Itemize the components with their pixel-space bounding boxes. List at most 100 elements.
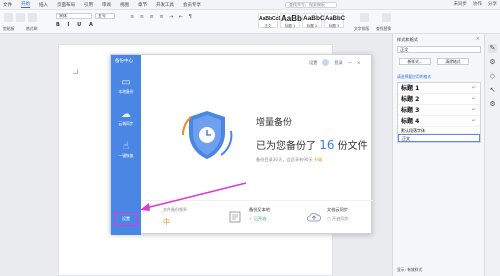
folder-icon: ▭ [121,77,131,88]
text-layout-icon[interactable] [360,13,369,22]
style-heading1-preview: AaBb [281,14,302,23]
return-icon: ↵ [471,85,476,91]
style-normal[interactable]: AaBbCcDd 正文 [258,13,285,28]
style-heading2-preview: AaBbC [303,15,325,22]
styles-pane-title: 样式和格式 [397,37,418,42]
cursor-icon[interactable]: ↖ [488,86,497,95]
backup-count-suffix: 份文件 [337,141,368,152]
cut-icon[interactable] [16,13,25,22]
clear-format-button[interactable]: 清除格式 [437,58,469,65]
right-toolstrip: ✎ ⚙ ◇ ↖ ⚙ [484,34,500,276]
format-painter-icon[interactable] [28,13,37,22]
style-list-item-label: 标题 3 [401,107,420,114]
close-icon[interactable]: × [357,60,361,65]
menu-bar: 文件 开始 插入 页面布局 引用 审阅 视图 章节 开发工具 会员专享 查找命令… [0,0,500,10]
show-styles-filter[interactable]: 显示: 有效样式 [397,267,422,273]
backup-options-row: 文件备份频率 中 备份至本地 ✓ 已开启 文档云同步 ○ 开启同步 [141,200,373,235]
shield-clock-icon [181,111,233,159]
style-list-item-label: 标题 2 [401,96,420,103]
style-list-item[interactable]: 标题 1 ↵ [398,83,480,94]
frequency-value: 中 [163,218,170,226]
style-list-item-selected[interactable]: 正文 [398,134,480,142]
incremental-backup-title: 增量备份 [256,118,293,128]
menu-file[interactable]: 文件 [3,2,12,8]
cloud-upload-icon [307,212,321,222]
share-button[interactable]: 分享 [488,1,497,7]
format-painter-label: 格式刷 [26,26,38,31]
style-heading3[interactable]: AaBbC 标题 3 [324,13,346,28]
cloud-sync-status: ○ 开启同步 [327,216,349,221]
command-search-input[interactable]: 查找命令、搜索模板 [285,2,337,8]
backup-count-prefix: 已为您备份了 [256,141,316,152]
retention-text: 备份目录30天，会员享有90天 [256,157,313,162]
menu-layout[interactable]: 页面布局 [57,2,75,8]
backup-count-line: 已为您备份了 16 份文件 [256,137,368,152]
menu-references[interactable]: 引用 [84,2,93,8]
sidebar-item-local-backup[interactable]: ▭ 本地备份 [111,77,141,95]
cloud-sync-option[interactable]: 文档云同步 ○ 开启同步 [327,207,349,222]
menu-insert[interactable]: 插入 [39,2,48,8]
adjust-icon[interactable]: ⚙ [488,58,497,67]
style-list: 标题 1 ↵ 标题 2 ↵ 标题 3 ↵ 标题 4 ↵ 默认段落字体 正文 [397,82,481,143]
paste-icon[interactable] [4,13,13,22]
style-list-item[interactable]: 标题 2 ↵ [398,94,480,105]
retention-note: 备份目录30天，会员享有90天 升级 [256,157,322,163]
settings-link[interactable]: 设置 [309,60,317,66]
gear-icon[interactable]: ⚙ [488,100,497,109]
backup-center-title: 备份中心 [115,59,133,64]
sync-status[interactable]: 未同步 [454,1,468,7]
menu-home[interactable]: 开始 [21,1,30,8]
local-backup-option[interactable]: 备份至本地 ✓ 已开启 [249,207,270,222]
dialog-top-actions: 设置 登录 — × [309,59,360,66]
font-name-select[interactable]: 宋体 [56,13,92,19]
pen-icon[interactable]: ✎ [488,44,497,53]
avatar[interactable] [322,59,330,66]
return-icon: ↵ [471,96,476,102]
backup-count: 16 [319,138,335,152]
settings-button[interactable]: 设置 [114,212,138,226]
backup-frequency[interactable]: 文件备份频率 中 [163,207,187,227]
upgrade-link[interactable]: 升级 [314,157,322,162]
return-icon: ↵ [471,118,476,124]
bold-italic-underline-icons[interactable]: B I U A [56,22,96,28]
menu-view[interactable]: 视图 [120,2,129,8]
style-heading2-label: 标题 2 [306,24,318,28]
sidebar-item-cloud-sync[interactable]: ☁ 云端同步 [111,109,141,127]
sidebar-item-label: 一键恢复 [118,153,134,158]
style-list-item[interactable]: 默认段落字体 [398,127,480,134]
menu-developer[interactable]: 开发工具 [156,2,174,8]
style-list-item[interactable]: 标题 3 ↵ [398,105,480,116]
style-heading3-preview: AaBbC [325,16,346,22]
font-size-select[interactable]: 五号 [95,13,115,19]
sidebar-item-label: 本地备份 [118,89,134,94]
menu-review[interactable]: 审阅 [102,2,111,8]
find-replace-label: 查找替换 [376,26,392,31]
collaborate-button[interactable]: 协作 [473,1,482,7]
menu-section[interactable]: 章节 [138,2,147,8]
minimize-icon[interactable]: — [348,60,352,65]
shape-icon[interactable]: ◇ [488,72,497,81]
sidebar-item-restore[interactable]: ☝ 一键恢复 [111,141,141,159]
backup-sidebar: ▭ 本地备份 ☁ 云端同步 ☝ 一键恢复 设置 [111,55,141,235]
style-list-item[interactable]: 标题 4 ↵ [398,116,480,127]
styles-pane: 样式和格式 × 正文 新样式... 清除格式 请选择要应用的格式 标题 1 ↵ 标… [392,34,484,276]
style-list-item-label: 标题 1 [401,85,420,92]
document-icon [229,211,241,223]
new-style-button[interactable]: 新样式... [399,58,431,65]
style-heading1-label: 标题 1 [284,24,296,28]
find-replace-icon[interactable] [382,13,391,22]
current-style-select[interactable]: 正文 [397,46,481,53]
local-backup-title: 备份至本地 [249,207,270,212]
return-icon: ↵ [471,107,476,113]
style-heading2[interactable]: AaBbC 标题 2 [302,13,325,28]
menu-member[interactable]: 会员专享 [183,2,201,8]
cloud-sync-status-text: 开启同步 [332,216,349,221]
frequency-caption: 文件备份频率 [163,207,187,212]
login-link[interactable]: 登录 [334,60,342,66]
paragraph-tools[interactable]: ≡ ≡ ≡ ≡ ⇥ ⇤ ¶ [130,14,250,28]
backup-center-dialog: ▭ 本地备份 ☁ 云端同步 ☝ 一键恢复 设置 备份中心 设置 登录 — × 增… [110,54,373,235]
style-list-item-label: 标题 4 [401,118,420,125]
close-icon[interactable]: × [476,36,480,42]
style-normal-label: 正文 [264,24,272,28]
style-heading1[interactable]: AaBb 标题 1 [280,13,302,28]
